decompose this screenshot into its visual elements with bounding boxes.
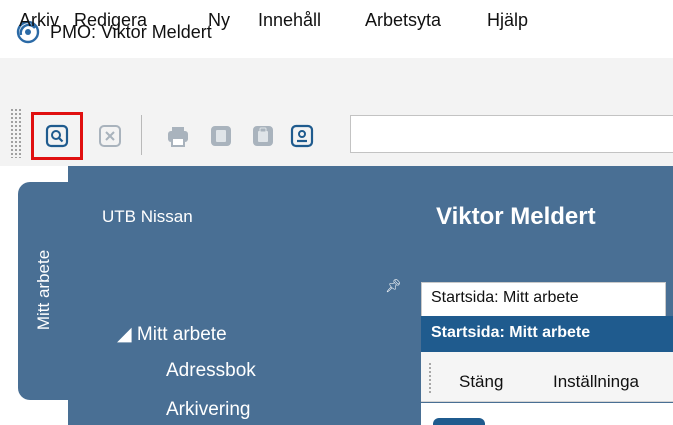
page-header-title: Startsida: Mitt arbete [431, 324, 591, 341]
copy-icon [211, 126, 231, 146]
menu-bar [0, 58, 673, 98]
tree-item-adressbok[interactable]: Adressbok [166, 360, 256, 382]
close-icon [99, 125, 121, 147]
toolbar-separator [141, 115, 142, 155]
close-button[interactable] [95, 121, 125, 151]
contact-card-icon [290, 124, 314, 148]
menu-hjalp[interactable]: Hjälp [487, 9, 528, 31]
menu-arbetsyta[interactable]: Arbetsyta [365, 9, 441, 31]
tree-item-arkivering[interactable]: Arkivering [166, 399, 250, 421]
clipboard-button[interactable] [248, 121, 278, 151]
contact-card-button[interactable] [287, 121, 317, 151]
copy-button[interactable] [206, 121, 236, 151]
organization-name: UTB Nissan [102, 207, 193, 226]
tree-item-mitt-arbete[interactable]: ◢ Mitt arbete [117, 323, 227, 346]
vertical-tab-label: Mitt arbete [34, 249, 53, 331]
navigation-panel [68, 166, 413, 425]
pin-icon[interactable]: 📌︎ [385, 278, 402, 294]
action-bar-grip[interactable] [428, 362, 432, 394]
settings-action-button[interactable]: Inställninga [553, 372, 639, 392]
document-tab-label: Startsida: Mitt arbete [431, 289, 579, 306]
clipboard-icon [253, 126, 273, 146]
content-chip [433, 418, 485, 425]
menu-arkiv[interactable]: Arkiv [19, 9, 59, 31]
menu-innehall[interactable]: Innehåll [258, 9, 321, 31]
toolbar-grip[interactable] [10, 108, 22, 158]
menu-redigera[interactable]: Redigera [74, 9, 147, 31]
menu-ny[interactable]: Ny [208, 9, 230, 31]
print-icon [168, 127, 188, 147]
print-button[interactable] [163, 121, 193, 151]
close-action-button[interactable]: Stäng [459, 372, 503, 392]
highlight-box [31, 112, 83, 160]
toolbar-search-input[interactable] [350, 115, 673, 153]
user-name-heading: Viktor Meldert [436, 203, 596, 230]
